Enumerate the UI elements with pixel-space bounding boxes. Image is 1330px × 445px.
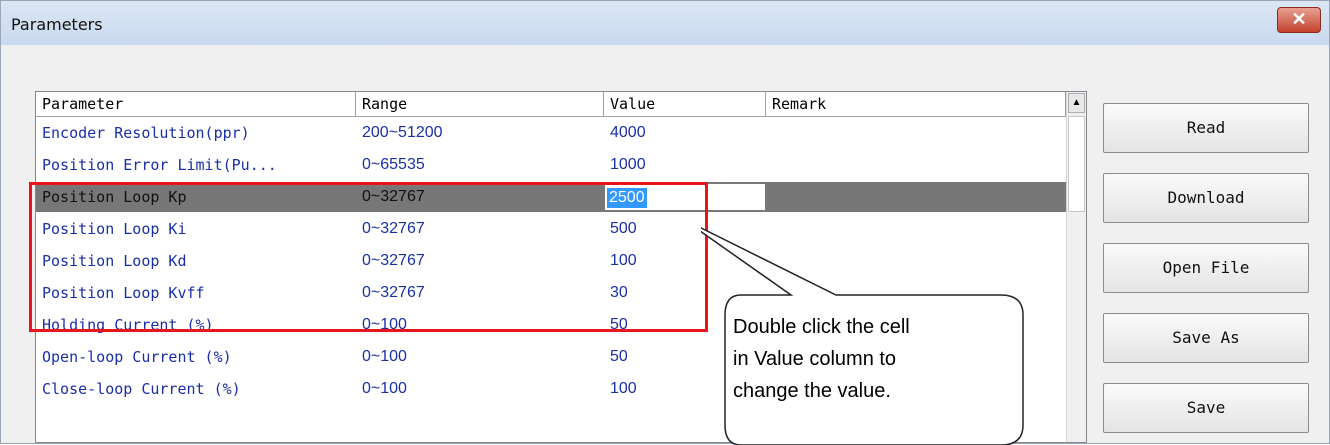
callout-line: Double click the cell — [733, 316, 910, 338]
parameters-window: Parameters ✕ Parameter Range Value Remar… — [0, 0, 1330, 445]
callout-line: change the value. — [733, 380, 891, 402]
parameter-cell: Open-loop Current (%) — [42, 348, 232, 366]
column-header-parameter[interactable]: Parameter — [36, 92, 356, 116]
range-cell: 200~51200 — [362, 124, 443, 141]
scrollbar-thumb[interactable] — [1068, 116, 1085, 212]
parameter-cell: Encoder Resolution(ppr) — [42, 124, 250, 142]
parameter-cell: Position Error Limit(Pu... — [42, 156, 277, 174]
read-button[interactable]: Read — [1103, 103, 1309, 153]
column-header-range[interactable]: Range — [356, 92, 604, 116]
callout-line: in Value column to — [733, 348, 897, 370]
remark-cell — [766, 118, 1066, 148]
vertical-scrollbar[interactable]: ▲ — [1066, 92, 1086, 442]
range-cell: 0~100 — [362, 348, 407, 365]
value-cell[interactable]: 4000 — [604, 118, 766, 148]
callout-text: Double click the cell in Value column to… — [733, 311, 1023, 407]
save-button[interactable]: Save — [1103, 383, 1309, 433]
column-header-value[interactable]: Value — [604, 92, 766, 116]
open-file-button[interactable]: Open File — [1103, 243, 1309, 293]
parameter-cell: Close-loop Current (%) — [42, 380, 241, 398]
column-header-remark[interactable]: Remark — [766, 92, 1066, 116]
remark-cell — [766, 150, 1066, 180]
range-cell: 0~100 — [362, 380, 407, 397]
table-row[interactable]: Position Error Limit(Pu... 0~65535 1000 — [36, 150, 1066, 180]
triangle-up-icon[interactable]: ▲ — [1068, 93, 1085, 113]
save-as-button[interactable]: Save As — [1103, 313, 1309, 363]
download-button[interactable]: Download — [1103, 173, 1309, 223]
highlight-box — [29, 182, 708, 332]
table-row[interactable]: Encoder Resolution(ppr) 200~51200 4000 — [36, 118, 1066, 148]
table-header: Parameter Range Value Remark — [36, 92, 1066, 117]
value-cell[interactable]: 1000 — [604, 150, 766, 180]
close-icon[interactable]: ✕ — [1277, 7, 1321, 33]
window-title: Parameters — [11, 15, 103, 34]
title-bar[interactable]: Parameters ✕ — [1, 1, 1329, 45]
range-cell: 0~65535 — [362, 156, 425, 173]
